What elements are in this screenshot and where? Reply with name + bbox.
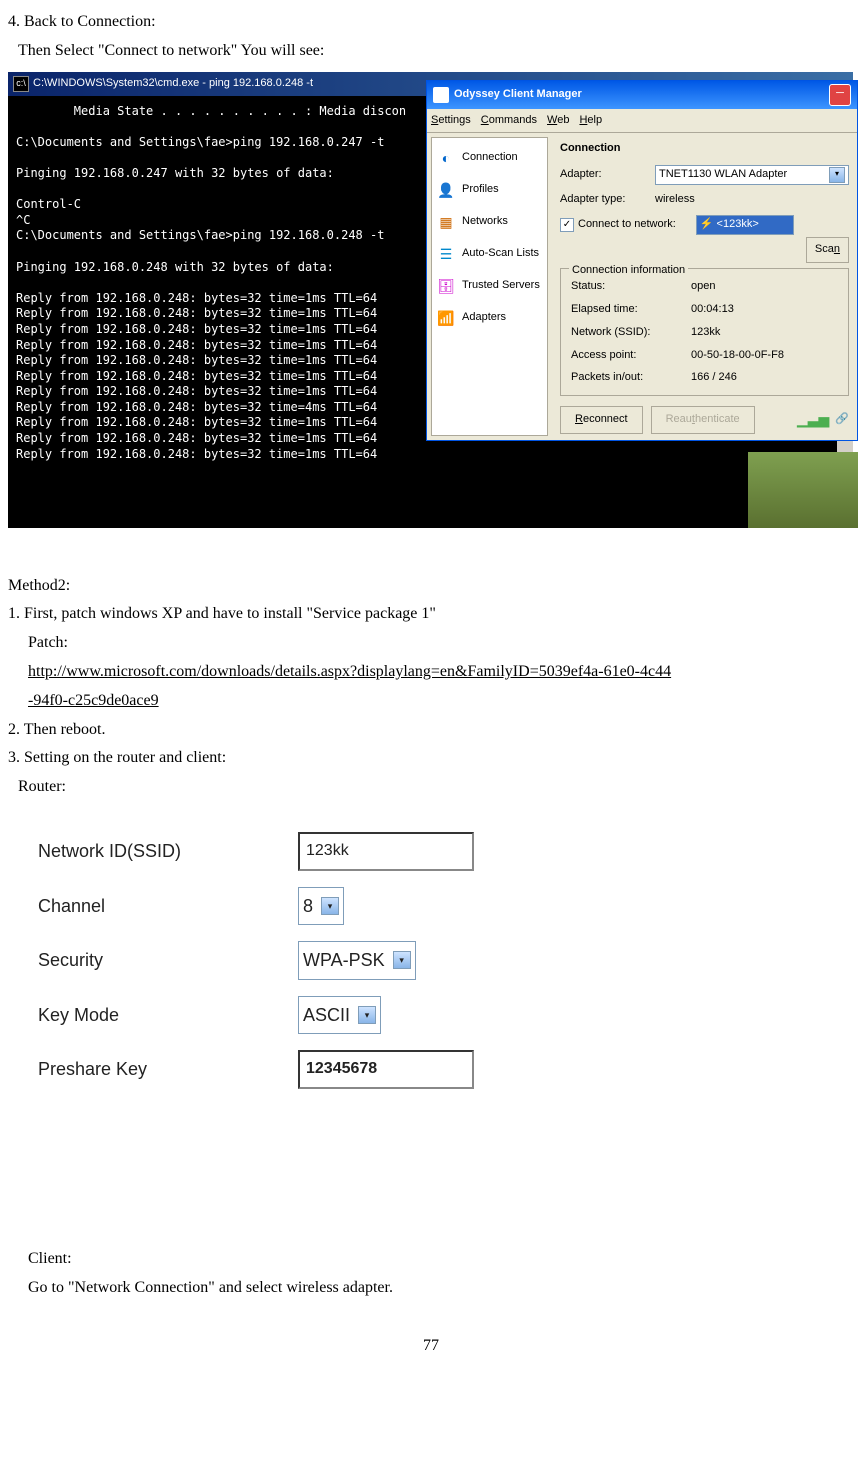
link-status-icon: 🔗 [835,410,849,430]
cmd-title-text: C:\WINDOWS\System32\cmd.exe - ping 192.1… [33,74,313,94]
adapter-type-label: Adapter type: [560,190,655,210]
ssid-label: Network (SSID): [571,323,691,343]
step4-heading: 4. Back to Connection: [8,8,854,37]
adapters-icon: 📶 [436,308,456,328]
signal-strength-icon: ▁▃▅ [797,407,829,432]
odyssey-window: Odyssey Client Manager ─ SSettingsetting… [426,80,858,441]
adapter-combo[interactable]: TNET1130 WLAN Adapter ▾ [655,165,849,185]
odyssey-app-icon [433,87,449,103]
method2-heading: Method2: [8,572,854,601]
security-select[interactable]: WPA-PSK ▾ [298,941,416,979]
ssid-field-label: Network ID(SSID) [38,835,298,867]
page-number: 77 [8,1332,854,1361]
menu-web[interactable]: Web [547,111,569,131]
keymode-select[interactable]: ASCII ▾ [298,996,381,1034]
close-icon[interactable]: ─ [829,84,851,106]
patch-link-line1[interactable]: http://www.microsoft.com/downloads/detai… [28,663,671,680]
network-icon: ⚡ [700,215,714,235]
security-field-label: Security [38,944,298,976]
elapsed-label: Elapsed time: [571,300,691,320]
ap-value: 00-50-18-00-0F-F8 [691,346,784,366]
autoscan-icon: ☰ [436,244,456,264]
router-heading: Router: [8,773,854,802]
connect-checkbox[interactable]: ✓ [560,218,574,232]
reauthenticate-button: Reauthenticate [651,406,755,434]
networks-icon: ▦ [436,212,456,232]
sidebar-item-profiles[interactable]: 👤 Profiles [432,174,547,206]
sidebar-item-adapters[interactable]: 📶 Adapters [432,302,547,334]
adapter-type-value: wireless [655,190,695,210]
adapter-value: TNET1130 WLAN Adapter [659,165,787,185]
status-value: open [691,277,715,297]
scan-button[interactable]: Scan [806,237,849,263]
client-instruction: Go to "Network Connection" and select wi… [8,1274,854,1303]
method2-step2: 2. Then reboot. [8,716,854,745]
profiles-icon: 👤 [436,180,456,200]
menu-help[interactable]: Help [579,111,602,131]
connection-icon: ◐ [436,148,456,168]
sidebar-label: Auto-Scan Lists [462,244,539,264]
network-combo[interactable]: ⚡ <123kk> [696,215,794,235]
chevron-down-icon[interactable]: ▾ [321,897,339,915]
router-config-panel: Network ID(SSID) 123kk Channel 8 ▾ Secur… [8,812,838,1125]
adapter-label: Adapter: [560,165,655,185]
keymode-field-label: Key Mode [38,999,298,1031]
ssid-value: 123kk [691,323,720,343]
ssid-input[interactable]: 123kk [298,832,474,871]
sidebar-item-connection[interactable]: ◐ Connection [432,142,547,174]
method2-step1: 1. First, patch windows XP and have to i… [8,600,854,629]
odyssey-title-text: Odyssey Client Manager [454,85,582,105]
sidebar-item-autoscan[interactable]: ☰ Auto-Scan Lists [432,238,547,270]
step4-subtext: Then Select "Connect to network" You wil… [8,37,854,66]
chevron-down-icon[interactable]: ▾ [358,1006,376,1024]
connect-label: Connect to network: [578,215,676,235]
desktop-background [748,452,858,528]
client-heading: Client: [8,1245,854,1274]
chevron-down-icon[interactable]: ▾ [393,951,411,969]
patch-link-line2[interactable]: -94f0-c25c9de0ace9 [28,692,159,709]
patch-label: Patch: [8,629,854,658]
sidebar-item-trusted[interactable]: 🗄 Trusted Servers [432,270,547,302]
network-value: <123kk> [717,215,759,235]
ap-label: Access point: [571,346,691,366]
sidebar-label: Profiles [462,180,499,200]
odyssey-sidebar: ◐ Connection 👤 Profiles ▦ Networks ☰ Aut… [431,137,548,436]
odyssey-main-panel: Connection Adapter: TNET1130 WLAN Adapte… [552,133,857,440]
signal-status-icons: ▁▃▅ 🔗 [797,407,849,432]
menu-settings[interactable]: SSettingsettings [431,111,471,131]
packets-value: 166 / 246 [691,368,737,388]
channel-value: 8 [303,890,313,922]
elapsed-value: 00:04:13 [691,300,734,320]
connection-info-legend: Connection information [569,261,688,281]
odyssey-button-row: Reconnect Reauthenticate ▁▃▅ 🔗 [560,406,849,434]
presharekey-field-label: Preshare Key [38,1053,298,1085]
odyssey-content: ◐ Connection 👤 Profiles ▦ Networks ☰ Aut… [427,133,857,440]
menu-commands[interactable]: Commands [481,111,537,131]
sidebar-item-networks[interactable]: ▦ Networks [432,206,547,238]
channel-field-label: Channel [38,890,298,922]
keymode-value: ASCII [303,999,350,1031]
sidebar-label: Trusted Servers [462,276,540,296]
channel-select[interactable]: 8 ▾ [298,887,344,925]
packets-label: Packets in/out: [571,368,691,388]
security-value: WPA-PSK [303,944,385,976]
cmd-icon: c:\ [13,76,29,92]
reconnect-button[interactable]: Reconnect [560,406,643,434]
screenshot-container: c:\ C:\WINDOWS\System32\cmd.exe - ping 1… [8,72,858,532]
odyssey-titlebar: Odyssey Client Manager ─ [427,81,857,109]
method2-step3: 3. Setting on the router and client: [8,744,854,773]
presharekey-input[interactable]: 12345678 [298,1050,474,1089]
odyssey-menubar: SSettingsettings Commands Web Help [427,109,857,134]
sidebar-label: Connection [462,148,518,168]
trusted-servers-icon: 🗄 [436,276,456,296]
connection-info-box: Connection information Status:open Elaps… [560,268,849,396]
connection-header: Connection [560,139,849,159]
sidebar-label: Networks [462,212,508,232]
sidebar-label: Adapters [462,308,506,328]
chevron-down-icon[interactable]: ▾ [829,167,845,183]
